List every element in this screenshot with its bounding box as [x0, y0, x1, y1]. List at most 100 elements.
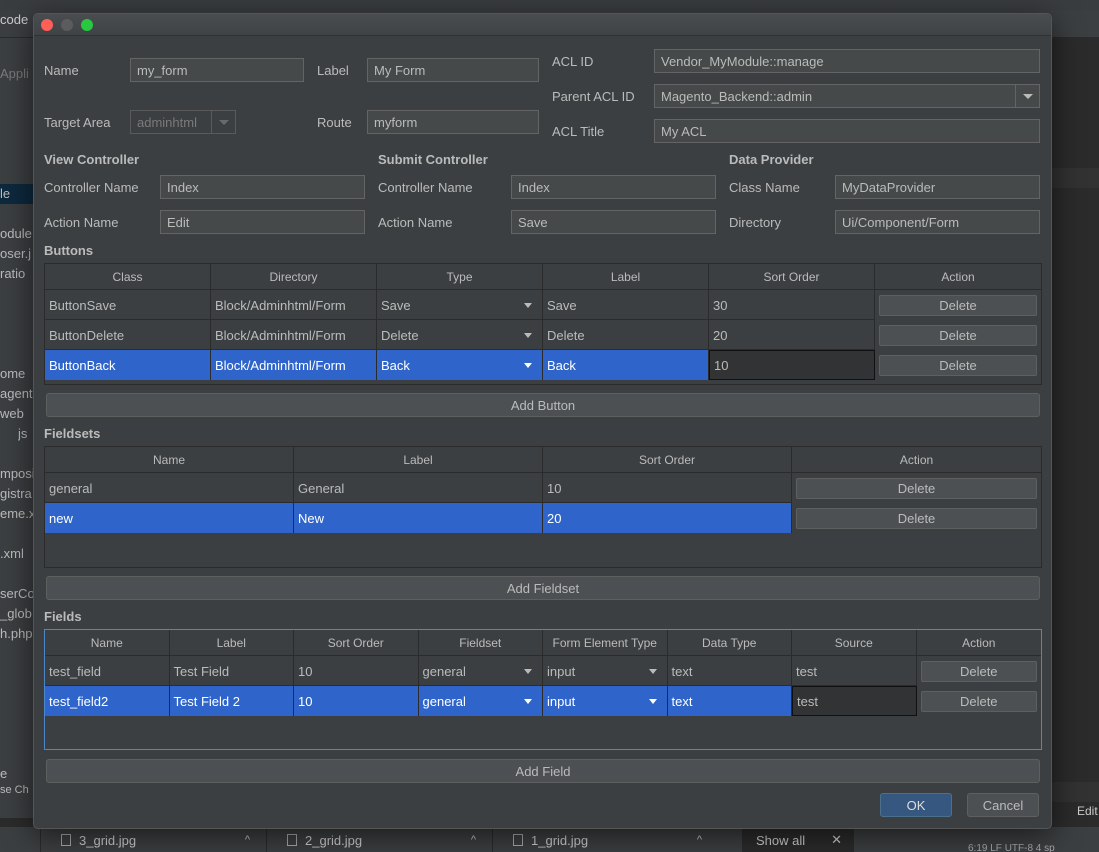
column-header[interactable]: Sort Order: [709, 264, 875, 290]
project-tree-item[interactable]: Appli: [0, 66, 34, 81]
table-row-selected[interactable]: test_field2 Test Field 2 10 general inpu…: [45, 686, 1041, 716]
delete-button[interactable]: Delete: [879, 294, 1037, 316]
chevron-up-icon[interactable]: ^: [697, 834, 702, 846]
source-cell[interactable]: test: [792, 656, 917, 686]
sort-order-cell[interactable]: 10: [543, 473, 792, 503]
download-item[interactable]: 3_grid.jpg ^: [40, 827, 266, 852]
table-row[interactable]: ButtonSave Block/Adminhtml/Form Save Sav…: [45, 290, 1041, 320]
label-cell[interactable]: Test Field 2: [169, 686, 294, 716]
sort-order-cell[interactable]: 10: [294, 686, 419, 716]
project-tree-item[interactable]: _glob: [0, 606, 34, 621]
close-window-icon[interactable]: [41, 19, 53, 31]
project-tree-item[interactable]: serCo: [0, 586, 34, 601]
delete-button[interactable]: Delete: [796, 507, 1037, 529]
chevron-down-icon[interactable]: [212, 110, 236, 134]
sort-order-cell[interactable]: 20: [709, 320, 875, 350]
column-header[interactable]: Type: [377, 264, 543, 290]
form-element-type-select-cell[interactable]: input: [543, 656, 668, 686]
sort-order-cell-editing[interactable]: 10: [709, 350, 875, 380]
sort-order-cell[interactable]: 20: [543, 503, 792, 533]
directory-input[interactable]: [835, 210, 1040, 234]
download-item[interactable]: 2_grid.jpg ^: [266, 827, 492, 852]
chevron-down-icon[interactable]: [1016, 84, 1040, 108]
column-header[interactable]: Label: [294, 447, 543, 473]
data-type-cell[interactable]: text: [667, 686, 792, 716]
column-header[interactable]: Data Type: [668, 630, 792, 656]
directory-cell[interactable]: Block/Adminhtml/Form: [211, 350, 377, 380]
delete-button[interactable]: Delete: [920, 660, 1037, 682]
project-tree-item[interactable]: e: [0, 766, 34, 781]
project-tree-item[interactable]: web: [0, 406, 34, 421]
data-type-cell[interactable]: text: [668, 656, 792, 686]
name-input[interactable]: [130, 58, 304, 82]
name-cell[interactable]: new: [45, 503, 294, 533]
add-fieldset-button[interactable]: Add Fieldset: [46, 576, 1040, 600]
label-cell[interactable]: Back: [543, 350, 709, 380]
column-header[interactable]: Directory: [211, 264, 377, 290]
type-select-cell[interactable]: Back: [377, 350, 543, 380]
fieldset-select-cell[interactable]: general: [418, 686, 543, 716]
delete-button[interactable]: Delete: [879, 324, 1037, 346]
directory-cell[interactable]: Block/Adminhtml/Form: [211, 320, 377, 350]
project-tree-item[interactable]: eme.x: [0, 506, 34, 521]
table-row-selected[interactable]: new New 20 Delete: [45, 503, 1041, 533]
project-tree-item[interactable]: agento: [0, 386, 34, 401]
class-cell[interactable]: ButtonDelete: [45, 320, 211, 350]
name-cell[interactable]: general: [45, 473, 294, 503]
label-input[interactable]: [367, 58, 539, 82]
table-row-selected[interactable]: ButtonBack Block/Adminhtml/Form Back Bac…: [45, 350, 1041, 380]
table-row[interactable]: test_field Test Field 10 general input t…: [45, 656, 1041, 686]
column-header[interactable]: Action: [875, 264, 1041, 290]
type-select-cell[interactable]: Delete: [377, 320, 543, 350]
close-icon[interactable]: ✕: [831, 832, 842, 848]
show-all-button[interactable]: Show all: [756, 833, 805, 848]
column-header[interactable]: Sort Order: [543, 447, 792, 473]
project-tree-item[interactable]: le: [0, 186, 34, 201]
column-header[interactable]: Fieldset: [419, 630, 543, 656]
column-header[interactable]: Name: [45, 447, 294, 473]
type-select-cell[interactable]: Save: [377, 290, 543, 320]
column-header[interactable]: Action: [792, 447, 1041, 473]
cancel-button[interactable]: Cancel: [967, 793, 1039, 817]
form-element-type-select-cell[interactable]: input: [543, 686, 668, 716]
submit-controller-name-input[interactable]: [511, 175, 716, 199]
column-header[interactable]: Action: [917, 630, 1042, 656]
view-action-name-input[interactable]: [160, 210, 365, 234]
class-cell[interactable]: ButtonBack: [45, 350, 211, 380]
delete-button[interactable]: Delete: [796, 477, 1037, 499]
label-cell[interactable]: Save: [543, 290, 709, 320]
route-input[interactable]: [367, 110, 539, 134]
chevron-up-icon[interactable]: ^: [471, 834, 476, 846]
table-row[interactable]: ButtonDelete Block/Adminhtml/Form Delete…: [45, 320, 1041, 350]
delete-button[interactable]: Delete: [879, 354, 1037, 376]
table-row[interactable]: general General 10 Delete: [45, 473, 1041, 503]
name-cell[interactable]: test_field: [45, 656, 170, 686]
column-header[interactable]: Source: [792, 630, 917, 656]
sort-order-cell[interactable]: 10: [294, 656, 419, 686]
project-tree-item[interactable]: oser.j: [0, 246, 34, 261]
project-tree-item[interactable]: mposi: [0, 466, 34, 481]
project-tree-item[interactable]: ratio: [0, 266, 34, 281]
label-cell[interactable]: Delete: [543, 320, 709, 350]
target-area-select[interactable]: [130, 110, 212, 134]
class-name-input[interactable]: [835, 175, 1040, 199]
label-cell[interactable]: Test Field: [170, 656, 294, 686]
add-field-button[interactable]: Add Field: [46, 759, 1040, 783]
download-item[interactable]: 1_grid.jpg ^: [492, 827, 718, 852]
column-header[interactable]: Name: [45, 630, 170, 656]
name-cell[interactable]: test_field2: [45, 686, 170, 716]
project-tree-item[interactable]: js: [18, 426, 34, 441]
project-tree-item[interactable]: ome: [0, 366, 34, 381]
directory-cell[interactable]: Block/Adminhtml/Form: [211, 290, 377, 320]
submit-action-name-input[interactable]: [511, 210, 716, 234]
ok-button[interactable]: OK: [880, 793, 952, 817]
project-tree-item[interactable]: h.php: [0, 626, 34, 641]
zoom-window-icon[interactable]: [81, 19, 93, 31]
delete-button[interactable]: Delete: [920, 690, 1037, 712]
parent-acl-select[interactable]: [654, 84, 1016, 108]
view-controller-name-input[interactable]: [160, 175, 365, 199]
class-cell[interactable]: ButtonSave: [45, 290, 211, 320]
project-tree-item[interactable]: odule.: [0, 226, 34, 241]
acl-id-input[interactable]: [654, 49, 1040, 73]
label-cell[interactable]: New: [294, 503, 543, 533]
